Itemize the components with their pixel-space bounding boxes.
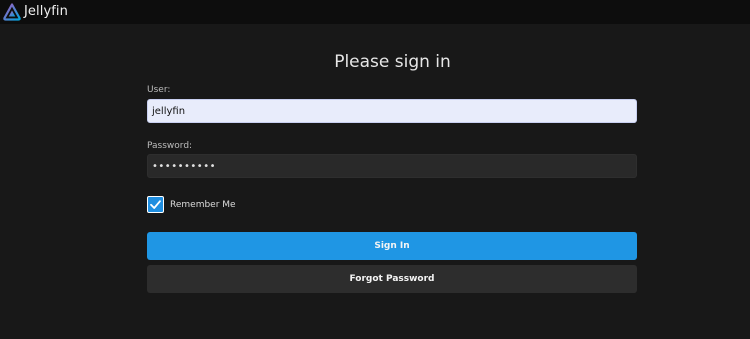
remember-me-label[interactable]: Remember Me — [170, 200, 236, 210]
sign-in-button[interactable]: Sign In — [147, 232, 637, 260]
remember-me-row[interactable]: Remember Me — [147, 196, 236, 213]
checkmark-icon — [150, 200, 161, 209]
remember-me-checkbox[interactable] — [147, 196, 164, 213]
login-page: Please sign in User: jellyfin Password: … — [0, 24, 750, 339]
user-label: User: — [147, 85, 171, 95]
user-input[interactable]: jellyfin — [147, 99, 637, 123]
jellyfin-logo-icon[interactable] — [3, 3, 21, 21]
logo-text[interactable]: Jellyfin — [24, 3, 68, 21]
top-bar: Jellyfin — [0, 0, 750, 24]
password-label: Password: — [147, 141, 193, 151]
page-title: Please sign in — [334, 52, 451, 72]
forgot-password-button[interactable]: Forgot Password — [147, 265, 637, 293]
password-input[interactable]: •••••••••• — [147, 154, 637, 178]
